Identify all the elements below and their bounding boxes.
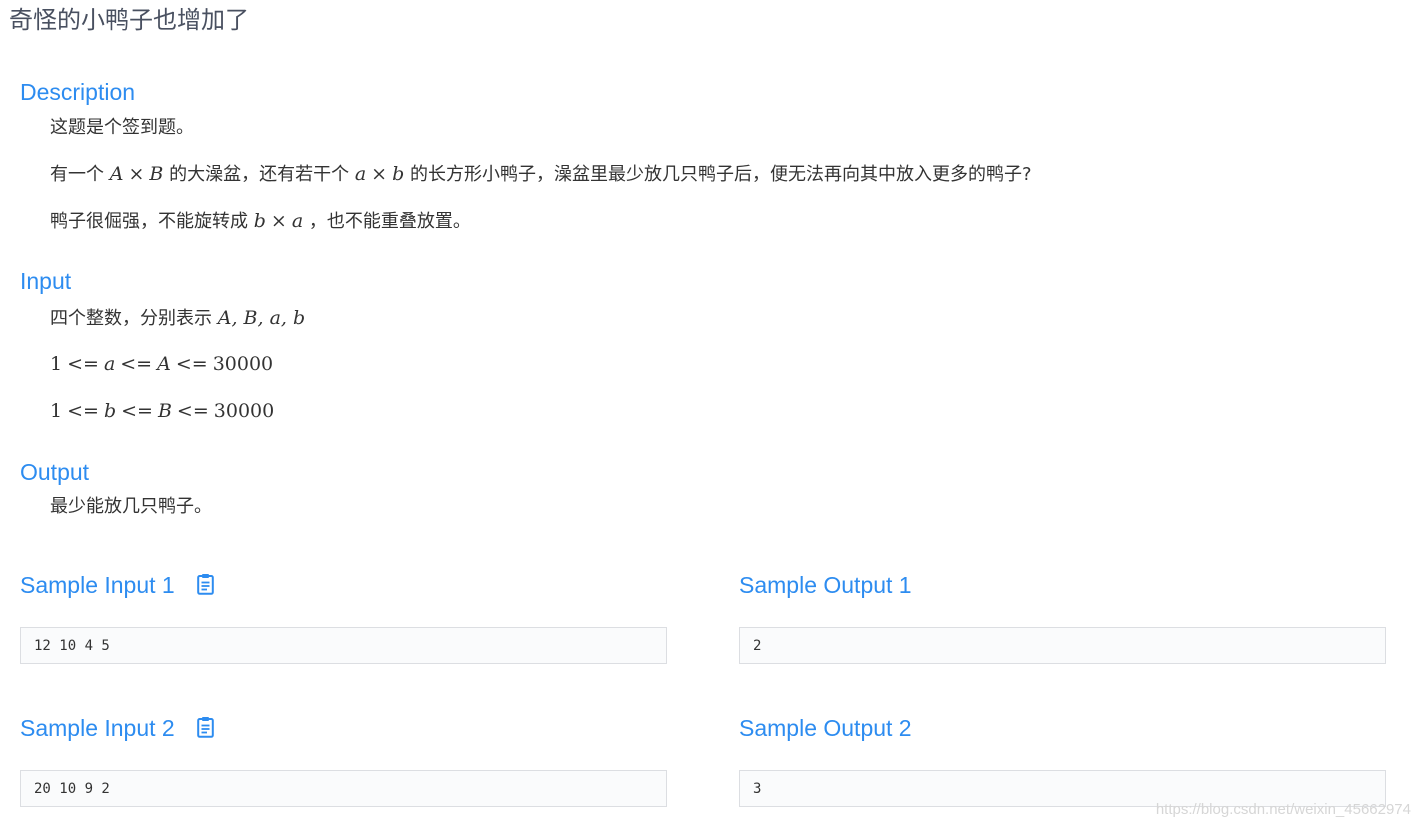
math-var: B [149,163,164,185]
math-operator: <= [67,400,99,422]
math-var: A [109,163,124,185]
math-number: 1 [50,400,63,422]
sample-input-1-box[interactable]: 12 10 4 5 [20,627,667,664]
math-operator: <= [67,353,99,375]
output-line-1: 最少能放几只鸭子。 [50,496,212,517]
math-expression: b × a [254,210,303,232]
clipboard-icon[interactable] [197,716,214,738]
text-fragment: 的长方形小鸭子，澡盆里最少放几只鸭子后，便无法再向其中放入更多的鸭子? [409,164,1032,185]
input-constraint-2: 1 <= b <= B <= 30000 [50,398,274,424]
sample-output-1-box[interactable]: 2 [739,627,1386,664]
clipboard-icon[interactable] [197,573,214,595]
text-fragment: ，也不能重叠放置。 [308,211,471,232]
math-expression: a × b [355,163,404,185]
math-var: b [392,163,405,185]
sample-input-2-title: Sample Input 2 [20,715,175,741]
math-number: 30000 [213,400,275,422]
text-fragment: 鸭子很倔强，不能旋转成 [50,211,248,232]
math-var: B [157,400,172,422]
sample-output-2-title: Sample Output 2 [739,715,912,741]
math-operator: × [128,163,145,185]
sample-input-2-box[interactable]: 20 10 9 2 [20,770,667,807]
math-operator: × [270,210,287,232]
sample-output-1-title: Sample Output 1 [739,572,912,598]
text-fragment: 的大澡盆，还有若干个 [169,164,350,185]
math-var: A [157,353,171,375]
output-heading: Output [20,459,90,485]
input-constraint-1: 1 <= a <= A <= 30000 [50,351,273,377]
description-line-3: 鸭子很倔强，不能旋转成 b × a ，也不能重叠放置。 [50,208,471,235]
problem-title: 奇怪的小鸭子也增加了 [9,6,249,34]
description-line-2: 有一个 A × B 的大澡盆，还有若干个 a × b 的长方形小鸭子，澡盆里最少放几只鸭… [50,161,1032,188]
math-var: b [103,400,117,422]
math-vars: A, B, a, b [217,307,306,329]
math-var: a [354,163,367,185]
math-operator: <= [176,400,209,422]
math-operator: × [371,163,388,185]
math-var: b [253,210,266,232]
math-var: a [103,353,116,375]
math-number: 30000 [212,353,274,375]
description-line-1: 这题是个签到题。 [50,117,194,138]
math-operator: <= [121,400,153,422]
description-heading: Description [20,79,136,105]
math-var: a [291,210,304,232]
math-operator: <= [120,353,153,375]
math-expression: A × B [110,163,164,185]
text-fragment: 有一个 [50,164,104,185]
watermark: https://blog.csdn.net/weixin_45662974 [1155,801,1411,818]
sample-input-1-title: Sample Input 1 [20,572,175,598]
input-line-1: 四个整数，分别表示 A, B, a, b [50,305,305,332]
input-heading: Input [20,268,72,294]
math-expression: A, B, a, b [218,307,305,329]
math-operator: <= [175,353,208,375]
text-fragment: 四个整数，分别表示 [50,308,212,329]
math-number: 1 [50,353,63,375]
